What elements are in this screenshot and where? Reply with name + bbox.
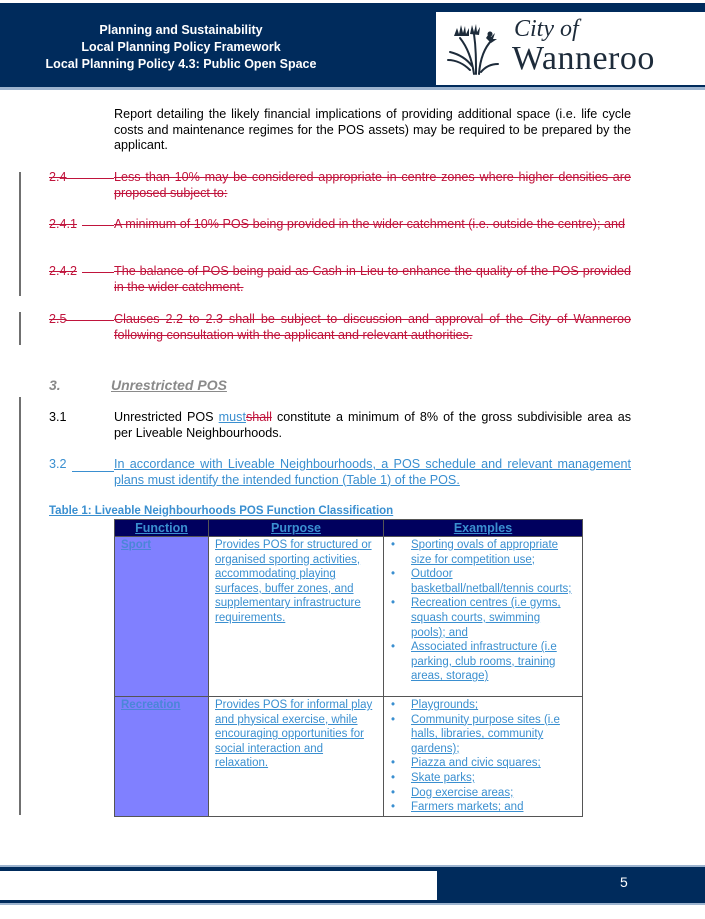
change-bar — [19, 397, 21, 815]
list-item: • Piazza and civic squares; — [389, 756, 576, 771]
example-text: Outdoor basketball/netball/tennis courts… — [411, 568, 572, 595]
example-text: Dog exercise areas; — [411, 786, 514, 799]
clause-text: The balance of POS being paid as Cash-in… — [114, 264, 631, 294]
deleted-clause-2-4: 2.4 Less than 10% may be considered appr… — [49, 170, 631, 201]
clause-3-2: 3.2 In accordance with Liveable Neighbou… — [49, 457, 631, 488]
list-item: • Farmers markets; and — [389, 800, 576, 815]
logo-text-wanneroo: Wanneroo — [512, 40, 655, 77]
header-titles: Planning and Sustainability Local Planni… — [0, 22, 362, 73]
deleted-clause-2-4-2: 2.4.2 The balance of POS being paid as C… — [49, 264, 631, 295]
page-header: Planning and Sustainability Local Planni… — [0, 3, 705, 87]
examples-cell: • Sporting ovals of appropriate size for … — [383, 536, 583, 697]
examples-list: • Sporting ovals of appropriate size for … — [389, 538, 576, 684]
header-framework: Local Planning Policy Framework — [81, 40, 281, 54]
deleted-clause-2-5: 2.5 Clauses 2.2 to 2.3 shall be subject … — [49, 312, 631, 343]
column-header-function: Function — [114, 519, 209, 537]
footer-right-panel — [437, 871, 705, 903]
examples-cell: • Playgrounds; • Community purpose sites (… — [383, 696, 583, 817]
function-cell: Sport — [114, 536, 209, 697]
tab-underline — [72, 471, 114, 472]
section-heading-3: 3. Unrestricted POS — [49, 377, 227, 393]
function-cell: Recreation — [114, 696, 209, 817]
column-header-examples: Examples — [383, 519, 583, 537]
page-number: 5 — [620, 874, 628, 890]
example-text: Piazza and civic squares; — [411, 757, 541, 770]
list-item: • Associated infrastructure (i.e parking,… — [389, 640, 576, 684]
column-header-purpose: Purpose — [208, 519, 384, 537]
clause-number: 3.1 — [49, 410, 67, 424]
tab-strikethrough — [82, 225, 114, 226]
intro-paragraph: Report detailing the likely financial im… — [114, 107, 631, 152]
section-number: 3. — [49, 377, 61, 393]
example-text: Associated infrastructure (i.e parking, … — [411, 641, 557, 683]
example-text: Farmers markets; and — [411, 801, 524, 814]
header-department: Planning and Sustainability — [99, 23, 263, 37]
change-bar — [19, 172, 21, 296]
list-item: • Skate parks; — [389, 771, 576, 786]
bullet-icon: • — [391, 568, 396, 581]
city-logo: City of Wanneroo — [436, 12, 705, 85]
list-item: • Community purpose sites (i.e halls, lib… — [389, 713, 576, 757]
clause-text-before: Unrestricted POS — [114, 410, 219, 424]
example-text: Playgrounds; — [411, 699, 479, 711]
list-item: • Playgrounds; — [389, 698, 576, 713]
header-policy-title: Local Planning Policy 4.3: Public Open S… — [45, 57, 317, 71]
tab-strikethrough — [66, 320, 114, 321]
header-underline — [0, 87, 705, 90]
bullet-icon: • — [391, 699, 396, 711]
kangaroo-paw-icon — [447, 24, 499, 75]
change-bar — [19, 312, 21, 345]
pos-function-table: Function Purpose Examples Sport Provides… — [114, 519, 583, 817]
clause-text: Clauses 2.2 to 2.3 shall be subject to d… — [114, 312, 631, 342]
logo-text-city-of: City of — [514, 16, 579, 42]
purpose-cell: Provides POS for informal play and physi… — [208, 696, 384, 817]
list-item: • Outdoor basketball/netball/tennis court… — [389, 567, 576, 596]
clause-3-1: 3.1 Unrestricted POS mustshall constitut… — [49, 410, 631, 441]
bullet-icon: • — [391, 757, 396, 770]
deleted-word: shall — [245, 410, 272, 424]
list-item: • Dog exercise areas; — [389, 786, 576, 801]
bullet-icon: • — [391, 539, 396, 551]
example-text: Community purpose sites (i.e halls, libr… — [411, 713, 560, 755]
tab-strikethrough — [66, 178, 114, 179]
bullet-icon: • — [391, 771, 396, 784]
clause-text: In accordance with Liveable Neighbourhoo… — [114, 457, 631, 487]
clause-text: Unrestricted POS mustshall constitute a … — [114, 410, 631, 441]
bullet-icon: • — [391, 641, 396, 654]
section-title: Unrestricted POS — [111, 377, 227, 393]
bullet-icon: • — [391, 801, 396, 814]
inserted-word: must — [218, 410, 246, 424]
purpose-cell: Provides POS for structured or organised… — [208, 536, 384, 697]
bullet-icon: • — [391, 713, 396, 726]
footer-bottom-line — [0, 903, 705, 905]
list-item: • Sporting ovals of appropriate size for … — [389, 538, 576, 567]
example-text: Sporting ovals of appropriate size for c… — [411, 539, 559, 566]
table-caption: Table 1: Liveable Neighbourhoods POS Fun… — [49, 505, 394, 517]
example-text: Recreation centres (i.e gyms, squash cou… — [411, 597, 561, 639]
example-text: Skate parks; — [411, 771, 475, 784]
table-row: Sport Provides POS for structured or org… — [114, 536, 583, 697]
bullet-icon: • — [391, 597, 396, 610]
table-row: Recreation Provides POS for informal pla… — [114, 696, 583, 817]
examples-list: • Playgrounds; • Community purpose sites (… — [389, 698, 576, 815]
footer-left-panel — [0, 871, 437, 900]
clause-text: A minimum of 10% POS being provided in t… — [114, 217, 626, 231]
bullet-icon: • — [391, 786, 396, 799]
clause-text: Less than 10% may be considered appropri… — [114, 170, 631, 200]
list-item: • Recreation centres (i.e gyms, squash co… — [389, 596, 576, 640]
table-header-row: Function Purpose Examples — [114, 519, 583, 537]
deleted-clause-2-4-1: 2.4.1 A minimum of 10% POS being provide… — [49, 217, 631, 233]
tab-strikethrough — [82, 272, 114, 273]
